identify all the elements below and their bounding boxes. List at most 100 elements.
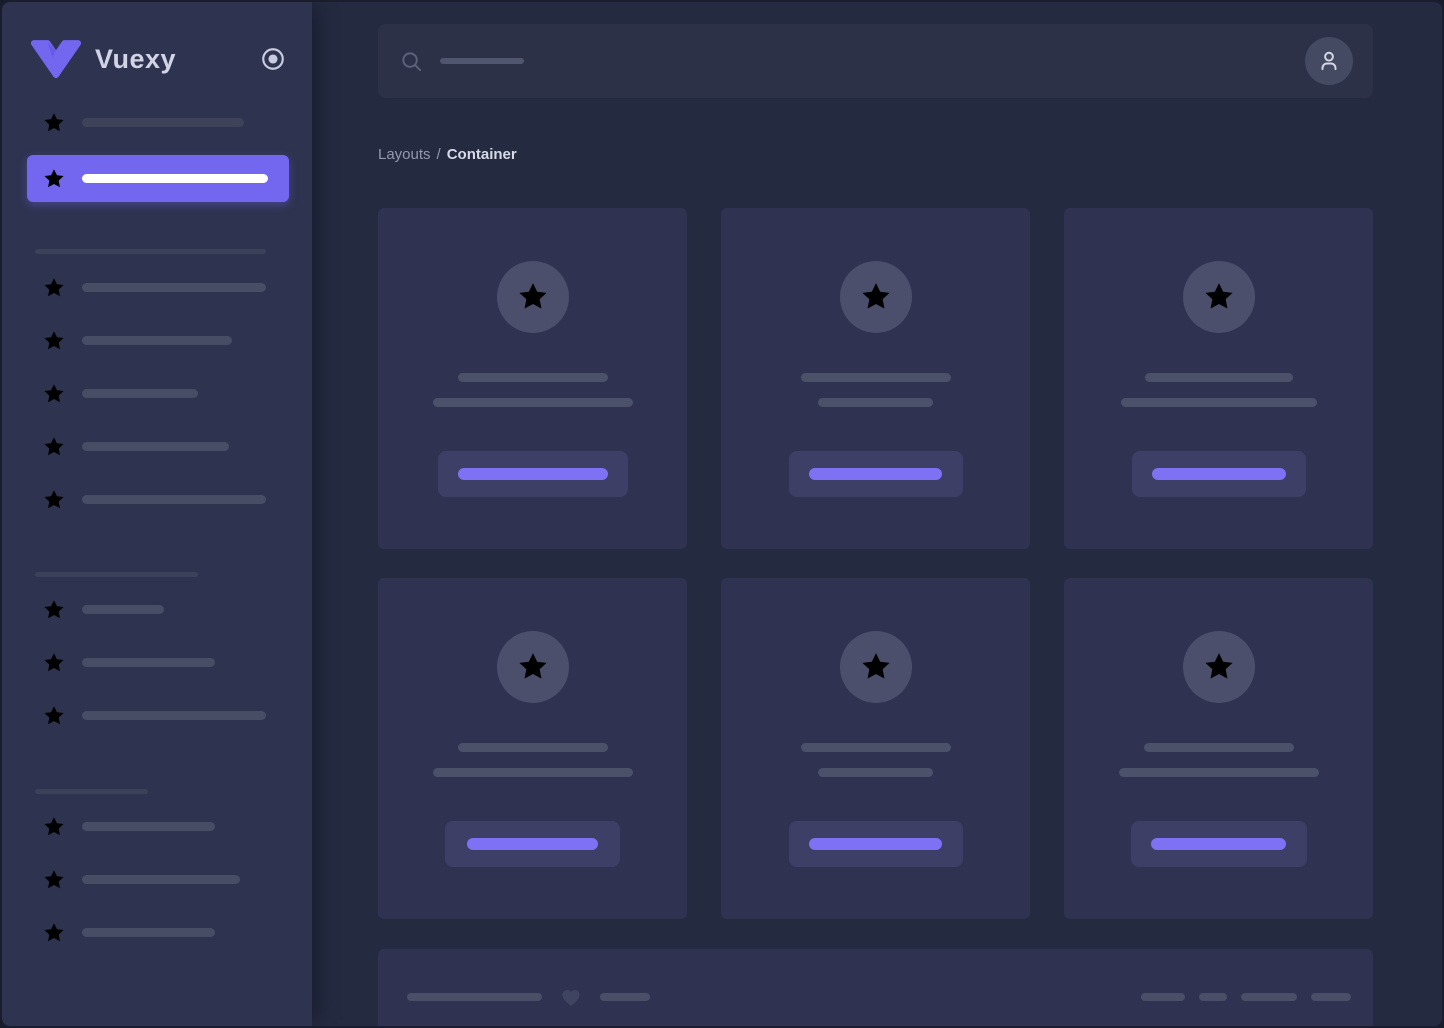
star-icon xyxy=(44,383,64,402)
search-bar[interactable] xyxy=(378,24,1373,98)
star-icon xyxy=(44,705,64,724)
card-button-label-skeleton xyxy=(467,838,598,850)
card-button-label-skeleton xyxy=(809,468,942,480)
heart-icon[interactable] xyxy=(559,985,583,1009)
card-button-label-skeleton xyxy=(809,838,942,850)
card-button[interactable] xyxy=(788,451,963,497)
star-icon xyxy=(518,653,547,679)
card-title-skeleton xyxy=(457,373,608,382)
footer-text-skeleton xyxy=(407,993,542,1001)
star-icon xyxy=(44,599,64,618)
footer-link-skeleton xyxy=(1199,993,1227,1001)
card-avatar-circle xyxy=(496,631,569,703)
sidebar-item-label-skeleton xyxy=(82,658,215,667)
card-subtitle-skeleton xyxy=(432,768,633,777)
footer-link-skeleton xyxy=(1141,993,1185,1001)
card-subtitle-skeleton xyxy=(432,398,633,407)
sidebar-item[interactable] xyxy=(2,583,312,636)
card-avatar-circle xyxy=(839,631,912,703)
card-button[interactable] xyxy=(1130,821,1307,867)
sidebar-item-label-skeleton xyxy=(82,336,232,345)
sidebar-item[interactable] xyxy=(2,689,312,742)
sidebar-item[interactable] xyxy=(2,636,312,689)
card-grid xyxy=(378,208,1373,919)
sidebar-item-label-skeleton xyxy=(82,875,240,884)
star-icon xyxy=(44,922,64,941)
star-icon xyxy=(44,816,64,835)
breadcrumb-parent-link[interactable]: Layouts xyxy=(378,146,431,163)
card-button[interactable] xyxy=(445,821,620,867)
card-subtitle-skeleton xyxy=(818,398,933,407)
card-avatar-circle xyxy=(1182,631,1255,703)
sidebar-item[interactable] xyxy=(2,314,312,367)
card-button[interactable] xyxy=(437,451,628,497)
card-avatar-circle xyxy=(496,261,569,333)
sidebar-nav xyxy=(2,96,312,959)
card-button-label-skeleton xyxy=(1151,838,1286,850)
star-icon xyxy=(44,330,64,349)
star-icon xyxy=(44,869,64,888)
card-avatar-circle xyxy=(1182,261,1255,333)
card-button-label-skeleton xyxy=(457,468,608,480)
sidebar-item[interactable] xyxy=(2,800,312,853)
sidebar-item-label-skeleton xyxy=(82,495,266,504)
sidebar-item-label-skeleton xyxy=(82,822,215,831)
sidebar-item[interactable] xyxy=(2,367,312,420)
app-window: Vuexy Layouts / Container xyxy=(0,0,1444,1028)
footer-text-skeleton xyxy=(600,993,650,1001)
star-icon xyxy=(861,283,890,309)
sidebar-section-header-skeleton xyxy=(35,572,198,577)
breadcrumb-separator: / xyxy=(436,146,441,163)
sidebar-item-label-skeleton xyxy=(82,442,229,451)
sidebar-item-active[interactable] xyxy=(27,155,289,202)
card-button-label-skeleton xyxy=(1151,468,1286,480)
search-icon xyxy=(400,50,423,73)
star-icon xyxy=(44,112,64,131)
footer-link-skeleton xyxy=(1311,993,1351,1001)
card-subtitle-skeleton xyxy=(818,768,933,777)
card-title-skeleton xyxy=(1144,373,1293,382)
breadcrumb-current: Container xyxy=(446,146,517,163)
sidebar-item-label-skeleton xyxy=(82,928,215,937)
demo-card xyxy=(721,208,1030,549)
card-title-skeleton xyxy=(800,743,951,752)
sidebar-item-label-skeleton xyxy=(82,711,266,720)
sidebar-item-label-skeleton xyxy=(82,605,164,614)
demo-card xyxy=(378,208,687,549)
card-title-skeleton xyxy=(1143,743,1294,752)
star-icon xyxy=(1204,283,1233,309)
footer-links xyxy=(1141,993,1351,1001)
breadcrumb: Layouts / Container xyxy=(378,145,1373,164)
card-title-skeleton xyxy=(457,743,608,752)
star-icon xyxy=(44,436,64,455)
sidebar-item[interactable] xyxy=(2,853,312,906)
sidebar-item[interactable] xyxy=(2,906,312,959)
menu-pin-toggle-icon[interactable] xyxy=(260,46,286,72)
sidebar-item-label-skeleton xyxy=(82,118,244,127)
star-icon xyxy=(44,277,64,296)
footer-row xyxy=(407,985,1351,1009)
star-icon xyxy=(1204,653,1233,679)
card-button[interactable] xyxy=(788,821,963,867)
sidebar-item[interactable] xyxy=(2,261,312,314)
sidebar-item-label-skeleton xyxy=(82,389,198,398)
person-icon xyxy=(1321,51,1337,71)
sidebar-item[interactable] xyxy=(2,473,312,526)
sidebar-section-header-skeleton xyxy=(35,249,266,254)
app-title: Vuexy xyxy=(95,43,177,74)
card-avatar-circle xyxy=(839,261,912,333)
card-subtitle-skeleton xyxy=(1120,398,1317,407)
user-avatar-button[interactable] xyxy=(1305,37,1353,85)
sidebar-item-label-skeleton xyxy=(82,283,266,292)
main-content: Layouts / Container xyxy=(312,2,1442,1026)
card-button[interactable] xyxy=(1131,451,1306,497)
star-icon xyxy=(44,652,64,671)
vuexy-logo-icon xyxy=(30,37,82,81)
sidebar-item[interactable] xyxy=(2,96,312,149)
star-icon xyxy=(44,168,64,187)
search-placeholder-skeleton xyxy=(440,58,524,64)
card-subtitle-skeleton xyxy=(1118,768,1319,777)
sidebar-item-label-skeleton xyxy=(82,174,268,183)
sidebar-item[interactable] xyxy=(2,420,312,473)
footer-link-skeleton xyxy=(1241,993,1297,1001)
